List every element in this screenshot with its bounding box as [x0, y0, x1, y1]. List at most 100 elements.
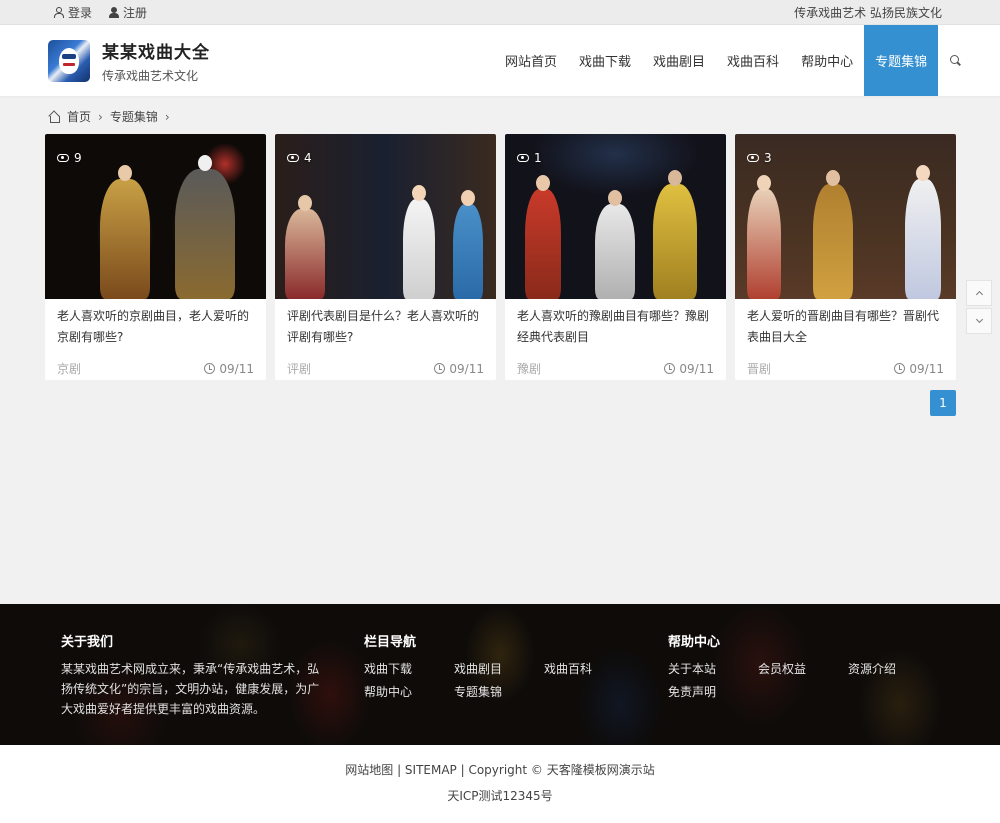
- top-bar-auth: 登录 注册: [53, 4, 147, 21]
- footer-link-download[interactable]: 戏曲下载: [364, 659, 454, 679]
- footer-help-links: 关于本站 会员权益 资源介绍 免责声明: [668, 659, 938, 702]
- site-name[interactable]: 某某戏曲大全: [102, 38, 210, 63]
- article-date: 09/11: [434, 362, 484, 376]
- footer-about: 关于我们 某某戏曲艺术网成立来，秉承“传承戏曲艺术，弘扬传统文化”的宗旨，文明办…: [61, 631, 327, 719]
- top-bar-tagline: 传承戏曲艺术 弘扬民族文化: [794, 5, 942, 20]
- article-title[interactable]: 老人喜欢听的豫剧曲目有哪些？豫剧经典代表剧目: [505, 299, 726, 350]
- user-icon: [53, 7, 64, 18]
- article-date: 09/11: [664, 362, 714, 376]
- figure-image: [100, 165, 150, 299]
- article-card[interactable]: 1 老人喜欢听的豫剧曲目有哪些？豫剧经典代表剧目 豫剧 09/11: [505, 134, 726, 380]
- view-count: 3: [747, 151, 772, 165]
- top-bar: 登录 注册 传承戏曲艺术 弘扬民族文化: [0, 0, 1000, 25]
- site-logo[interactable]: [48, 39, 90, 82]
- figure-image: [525, 175, 561, 299]
- article-card[interactable]: 3 老人爱听的晋剧曲目有哪些？晋剧代表曲目大全 晋剧 09/11: [735, 134, 956, 380]
- brand: 某某戏曲大全 传承戏曲艺术文化: [102, 38, 210, 84]
- figure-image: [403, 185, 435, 299]
- chevron-up-icon: [975, 290, 983, 299]
- site-header: 某某戏曲大全 传承戏曲艺术文化 网站首页 戏曲下载 戏曲剧目 戏曲百科 帮助中心…: [0, 25, 1000, 96]
- figure-image: [653, 170, 697, 299]
- footer-about-title: 关于我们: [61, 635, 114, 650]
- article-title[interactable]: 老人喜欢听的京剧曲目，老人爱听的京剧有哪些?: [45, 299, 266, 350]
- article-card[interactable]: 9 老人喜欢听的京剧曲目，老人爱听的京剧有哪些? 京剧 09/11: [45, 134, 266, 380]
- nav-item-repertoire[interactable]: 戏曲剧目: [642, 25, 716, 96]
- figure-image: [175, 155, 235, 299]
- footer-link-help[interactable]: 帮助中心: [364, 682, 454, 702]
- eye-icon: [517, 154, 529, 162]
- figure-image: [285, 195, 325, 299]
- footer-link-encyclopedia[interactable]: 戏曲百科: [544, 659, 634, 679]
- login-link[interactable]: 登录: [53, 4, 92, 21]
- scroll-bottom-button[interactable]: [966, 308, 992, 334]
- view-count: 9: [57, 151, 82, 165]
- nav-item-encyclopedia[interactable]: 戏曲百科: [716, 25, 790, 96]
- article-category[interactable]: 京剧: [57, 360, 81, 377]
- clock-icon: [894, 363, 906, 374]
- figure-image: [595, 190, 635, 299]
- clock-icon: [664, 363, 676, 374]
- figure-image: [453, 190, 483, 299]
- footer-nav-links: 戏曲下载 戏曲剧目 戏曲百科 帮助中心 专题集锦: [364, 659, 634, 702]
- footer-link-topics[interactable]: 专题集锦: [454, 682, 544, 702]
- icp-number[interactable]: 天ICP测试12345号: [0, 787, 1000, 804]
- article-title[interactable]: 老人爱听的晋剧曲目有哪些？晋剧代表曲目大全: [735, 299, 956, 350]
- article-meta: 评剧 09/11: [275, 350, 496, 377]
- chevron-down-icon: [975, 315, 983, 324]
- pagination-page[interactable]: 1: [930, 390, 956, 416]
- footer-about-text: 某某戏曲艺术网成立来，秉承“传承戏曲艺术，弘扬传统文化”的宗旨，文明办站，健康发…: [61, 662, 320, 716]
- article-category[interactable]: 晋剧: [747, 360, 771, 377]
- nav-item-topics[interactable]: 专题集锦: [864, 25, 939, 96]
- eye-icon: [287, 154, 299, 162]
- footer-link-about[interactable]: 关于本站: [668, 659, 758, 679]
- nav-item-help[interactable]: 帮助中心: [790, 25, 864, 96]
- eye-icon: [747, 154, 759, 162]
- footer-nav-title: 栏目导航: [364, 635, 417, 650]
- site-footer: 关于我们 某某戏曲艺术网成立来，秉承“传承戏曲艺术，弘扬传统文化”的宗旨，文明办…: [0, 604, 1000, 745]
- breadcrumb-home[interactable]: 首页: [67, 108, 91, 125]
- scroll-top-button[interactable]: [966, 280, 992, 306]
- figure-image: [905, 165, 941, 299]
- search-icon: [949, 55, 961, 66]
- copyright-bar: 网站地图 | SITEMAP | Copyright © 天客隆模板网演示站 天…: [0, 745, 1000, 823]
- footer-link-membership[interactable]: 会员权益: [758, 659, 848, 679]
- search-button[interactable]: [938, 25, 972, 96]
- article-meta: 豫剧 09/11: [505, 350, 726, 377]
- footer-link-repertoire[interactable]: 戏曲剧目: [454, 659, 544, 679]
- article-category[interactable]: 豫剧: [517, 360, 541, 377]
- article-date: 09/11: [204, 362, 254, 376]
- article-title[interactable]: 评剧代表剧目是什么？老人喜欢听的评剧有哪些?: [275, 299, 496, 350]
- breadcrumb: 首页 › 专题集锦 ›: [48, 108, 170, 125]
- eye-icon: [57, 154, 69, 162]
- clock-icon: [434, 363, 446, 374]
- article-date: 09/11: [894, 362, 944, 376]
- register-label: 注册: [123, 5, 148, 20]
- view-count: 4: [287, 151, 312, 165]
- view-count: 1: [517, 151, 542, 165]
- article-card[interactable]: 4 评剧代表剧目是什么？老人喜欢听的评剧有哪些? 评剧 09/11: [275, 134, 496, 380]
- article-meta: 晋剧 09/11: [735, 350, 956, 377]
- article-thumbnail[interactable]: 3: [735, 134, 956, 299]
- article-card-list: 9 老人喜欢听的京剧曲目，老人爱听的京剧有哪些? 京剧 09/11 4 评剧代表…: [45, 134, 956, 380]
- article-thumbnail[interactable]: 1: [505, 134, 726, 299]
- footer-help: 帮助中心 关于本站 会员权益 资源介绍 免责声明: [668, 631, 938, 702]
- register-link[interactable]: 注册: [108, 4, 147, 21]
- nav-item-home[interactable]: 网站首页: [494, 25, 568, 96]
- figure-image: [813, 170, 853, 299]
- footer-link-resources[interactable]: 资源介绍: [848, 659, 938, 679]
- article-meta: 京剧 09/11: [45, 350, 266, 377]
- article-category[interactable]: 评剧: [287, 360, 311, 377]
- article-thumbnail[interactable]: 9: [45, 134, 266, 299]
- footer-link-disclaimer[interactable]: 免责声明: [668, 682, 758, 702]
- login-label: 登录: [68, 5, 93, 20]
- article-thumbnail[interactable]: 4: [275, 134, 496, 299]
- breadcrumb-current[interactable]: 专题集锦: [110, 108, 158, 125]
- main-nav: 网站首页 戏曲下载 戏曲剧目 戏曲百科 帮助中心 专题集锦: [494, 25, 972, 96]
- clock-icon: [204, 363, 216, 374]
- home-icon: [48, 111, 60, 123]
- nav-item-download[interactable]: 戏曲下载: [568, 25, 642, 96]
- user-add-icon: [108, 7, 120, 18]
- site-slogan: 传承戏曲艺术文化: [102, 68, 199, 83]
- copyright-text[interactable]: 网站地图 | SITEMAP | Copyright © 天客隆模板网演示站: [0, 761, 1000, 778]
- breadcrumb-separator: ›: [98, 109, 103, 124]
